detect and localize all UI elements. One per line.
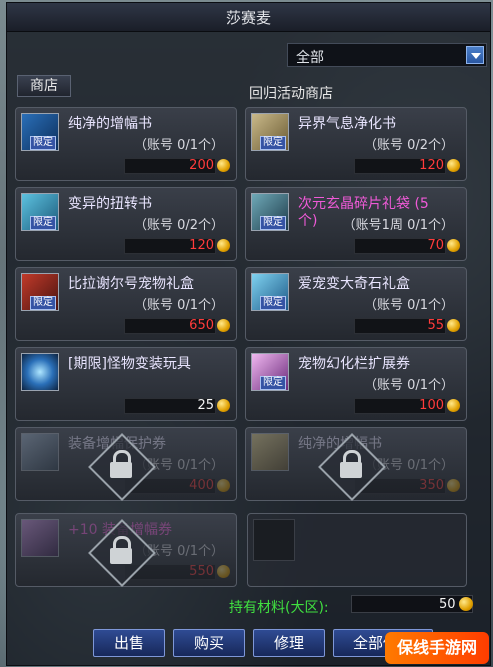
- scroll-icon: 限定: [21, 193, 59, 231]
- limited-badge: 限定: [260, 216, 286, 230]
- lock-icon: [108, 450, 134, 478]
- gift-box-icon: 限定: [251, 273, 289, 311]
- item-price: 650: [189, 318, 214, 333]
- category-dropdown[interactable]: 全部: [287, 43, 487, 67]
- buy-button[interactable]: 购买: [173, 629, 245, 657]
- item-limit: （账号 0/1个）: [363, 298, 454, 313]
- item-price: 550: [189, 564, 214, 579]
- category-selected: 全部: [296, 50, 324, 66]
- scroll-icon: 限定: [21, 113, 59, 151]
- ticket-icon: 限定: [251, 353, 289, 391]
- shop-item[interactable]: [期限]怪物变装玩具 25: [15, 347, 237, 421]
- site-watermark: 保线手游网: [385, 632, 489, 664]
- pet-box-icon: 限定: [21, 273, 59, 311]
- item-price: 400: [189, 478, 214, 493]
- item-price: 120: [419, 158, 444, 173]
- coin-icon: [447, 399, 460, 412]
- shop-item[interactable]: 限定 次元玄晶碎片礼袋 (5 个) （账号1周 0/1个） 70: [245, 187, 467, 261]
- limited-badge: 限定: [260, 136, 286, 150]
- item-price: 100: [419, 398, 444, 413]
- coin-icon: [447, 319, 460, 332]
- limited-badge: 限定: [30, 136, 56, 150]
- coin-icon: [459, 597, 473, 611]
- materials-label: 持有材料(大区):: [229, 600, 329, 616]
- item-price: 25: [197, 398, 214, 413]
- limited-badge: 限定: [30, 296, 56, 310]
- item-price: 70: [427, 238, 444, 253]
- shop-window: 莎赛麦 全部 商店 回归活动商店 限定 纯净的增幅书 （账号 0/1个） 200…: [6, 2, 491, 666]
- shop-item[interactable]: 限定 异界气息净化书 （账号 0/2个） 120: [245, 107, 467, 181]
- empty-item-slot: [253, 519, 295, 561]
- shop-item-locked: 装备增幅保护券 （账号 0/1个） 400: [15, 427, 237, 501]
- limited-badge: 限定: [30, 216, 56, 230]
- repair-button[interactable]: 修理: [253, 629, 325, 657]
- item-name: [期限]怪物变装玩具: [68, 356, 191, 372]
- item-limit: （账号1周 0/1个）: [342, 218, 454, 233]
- item-limit: （账号 0/1个）: [133, 138, 224, 153]
- empty-slot: [247, 513, 467, 587]
- item-name: 变异的扭转书: [68, 196, 152, 212]
- shop-item[interactable]: 限定 变异的扭转书 （账号 0/2个） 120: [15, 187, 237, 261]
- coin-icon: [217, 399, 230, 412]
- item-price: 55: [427, 318, 444, 333]
- book-icon: [251, 433, 289, 471]
- window-title: 莎赛麦: [225, 9, 271, 27]
- item-name: 纯净的增幅书: [68, 116, 152, 132]
- shop-item-locked: 纯净的增幅书 （账号 0/1个） 350: [245, 427, 467, 501]
- item-name: 异界气息净化书: [298, 116, 396, 132]
- shop-item[interactable]: 限定 爱宠变大奇石礼盒 （账号 0/1个） 55: [245, 267, 467, 341]
- item-price: 120: [189, 238, 214, 253]
- coin-icon: [447, 479, 460, 492]
- bag-icon: 限定: [251, 193, 289, 231]
- lock-icon: [108, 536, 134, 564]
- coin-icon: [217, 565, 230, 578]
- book-icon: 限定: [251, 113, 289, 151]
- item-price: 350: [419, 478, 444, 493]
- enhance-ticket-icon: [21, 519, 59, 557]
- item-limit: （账号 0/1个）: [363, 378, 454, 393]
- title-bar[interactable]: 莎赛麦: [7, 3, 490, 32]
- limited-badge: 限定: [260, 296, 286, 310]
- item-name: 比拉谢尔号宠物礼盒: [68, 276, 194, 292]
- protection-ticket-icon: [21, 433, 59, 471]
- item-limit: （账号 0/1个）: [133, 298, 224, 313]
- item-name: 次元玄晶碎片礼袋 (5: [298, 196, 429, 212]
- materials-value: 50: [439, 597, 456, 612]
- item-name: 宠物幻化栏扩展券: [298, 356, 410, 372]
- item-limit: （账号 0/2个）: [133, 218, 224, 233]
- limited-badge: 限定: [260, 376, 286, 390]
- item-name-line2: 个): [298, 213, 318, 229]
- coin-icon: [447, 239, 460, 252]
- sell-button[interactable]: 出售: [93, 629, 165, 657]
- shop-item[interactable]: 限定 宠物幻化栏扩展券 （账号 0/1个） 100: [245, 347, 467, 421]
- shop-item[interactable]: 限定 纯净的增幅书 （账号 0/1个） 200: [15, 107, 237, 181]
- tab-shop[interactable]: 商店: [17, 75, 71, 97]
- shop-item[interactable]: 限定 比拉谢尔号宠物礼盒 （账号 0/1个） 650: [15, 267, 237, 341]
- coin-icon: [447, 159, 460, 172]
- coin-icon: [217, 239, 230, 252]
- shop-item-locked: +10 装备增幅券 （账号 0/1个） 550: [15, 513, 237, 587]
- lock-icon: [338, 450, 364, 478]
- coin-icon: [217, 319, 230, 332]
- shop-name: 回归活动商店: [249, 86, 333, 102]
- chevron-down-icon[interactable]: [466, 46, 484, 64]
- item-price: 200: [189, 158, 214, 173]
- item-name: 爱宠变大奇石礼盒: [298, 276, 410, 292]
- eye-toy-icon: [21, 353, 59, 391]
- coin-icon: [217, 479, 230, 492]
- coin-icon: [217, 159, 230, 172]
- item-limit: （账号 0/2个）: [363, 138, 454, 153]
